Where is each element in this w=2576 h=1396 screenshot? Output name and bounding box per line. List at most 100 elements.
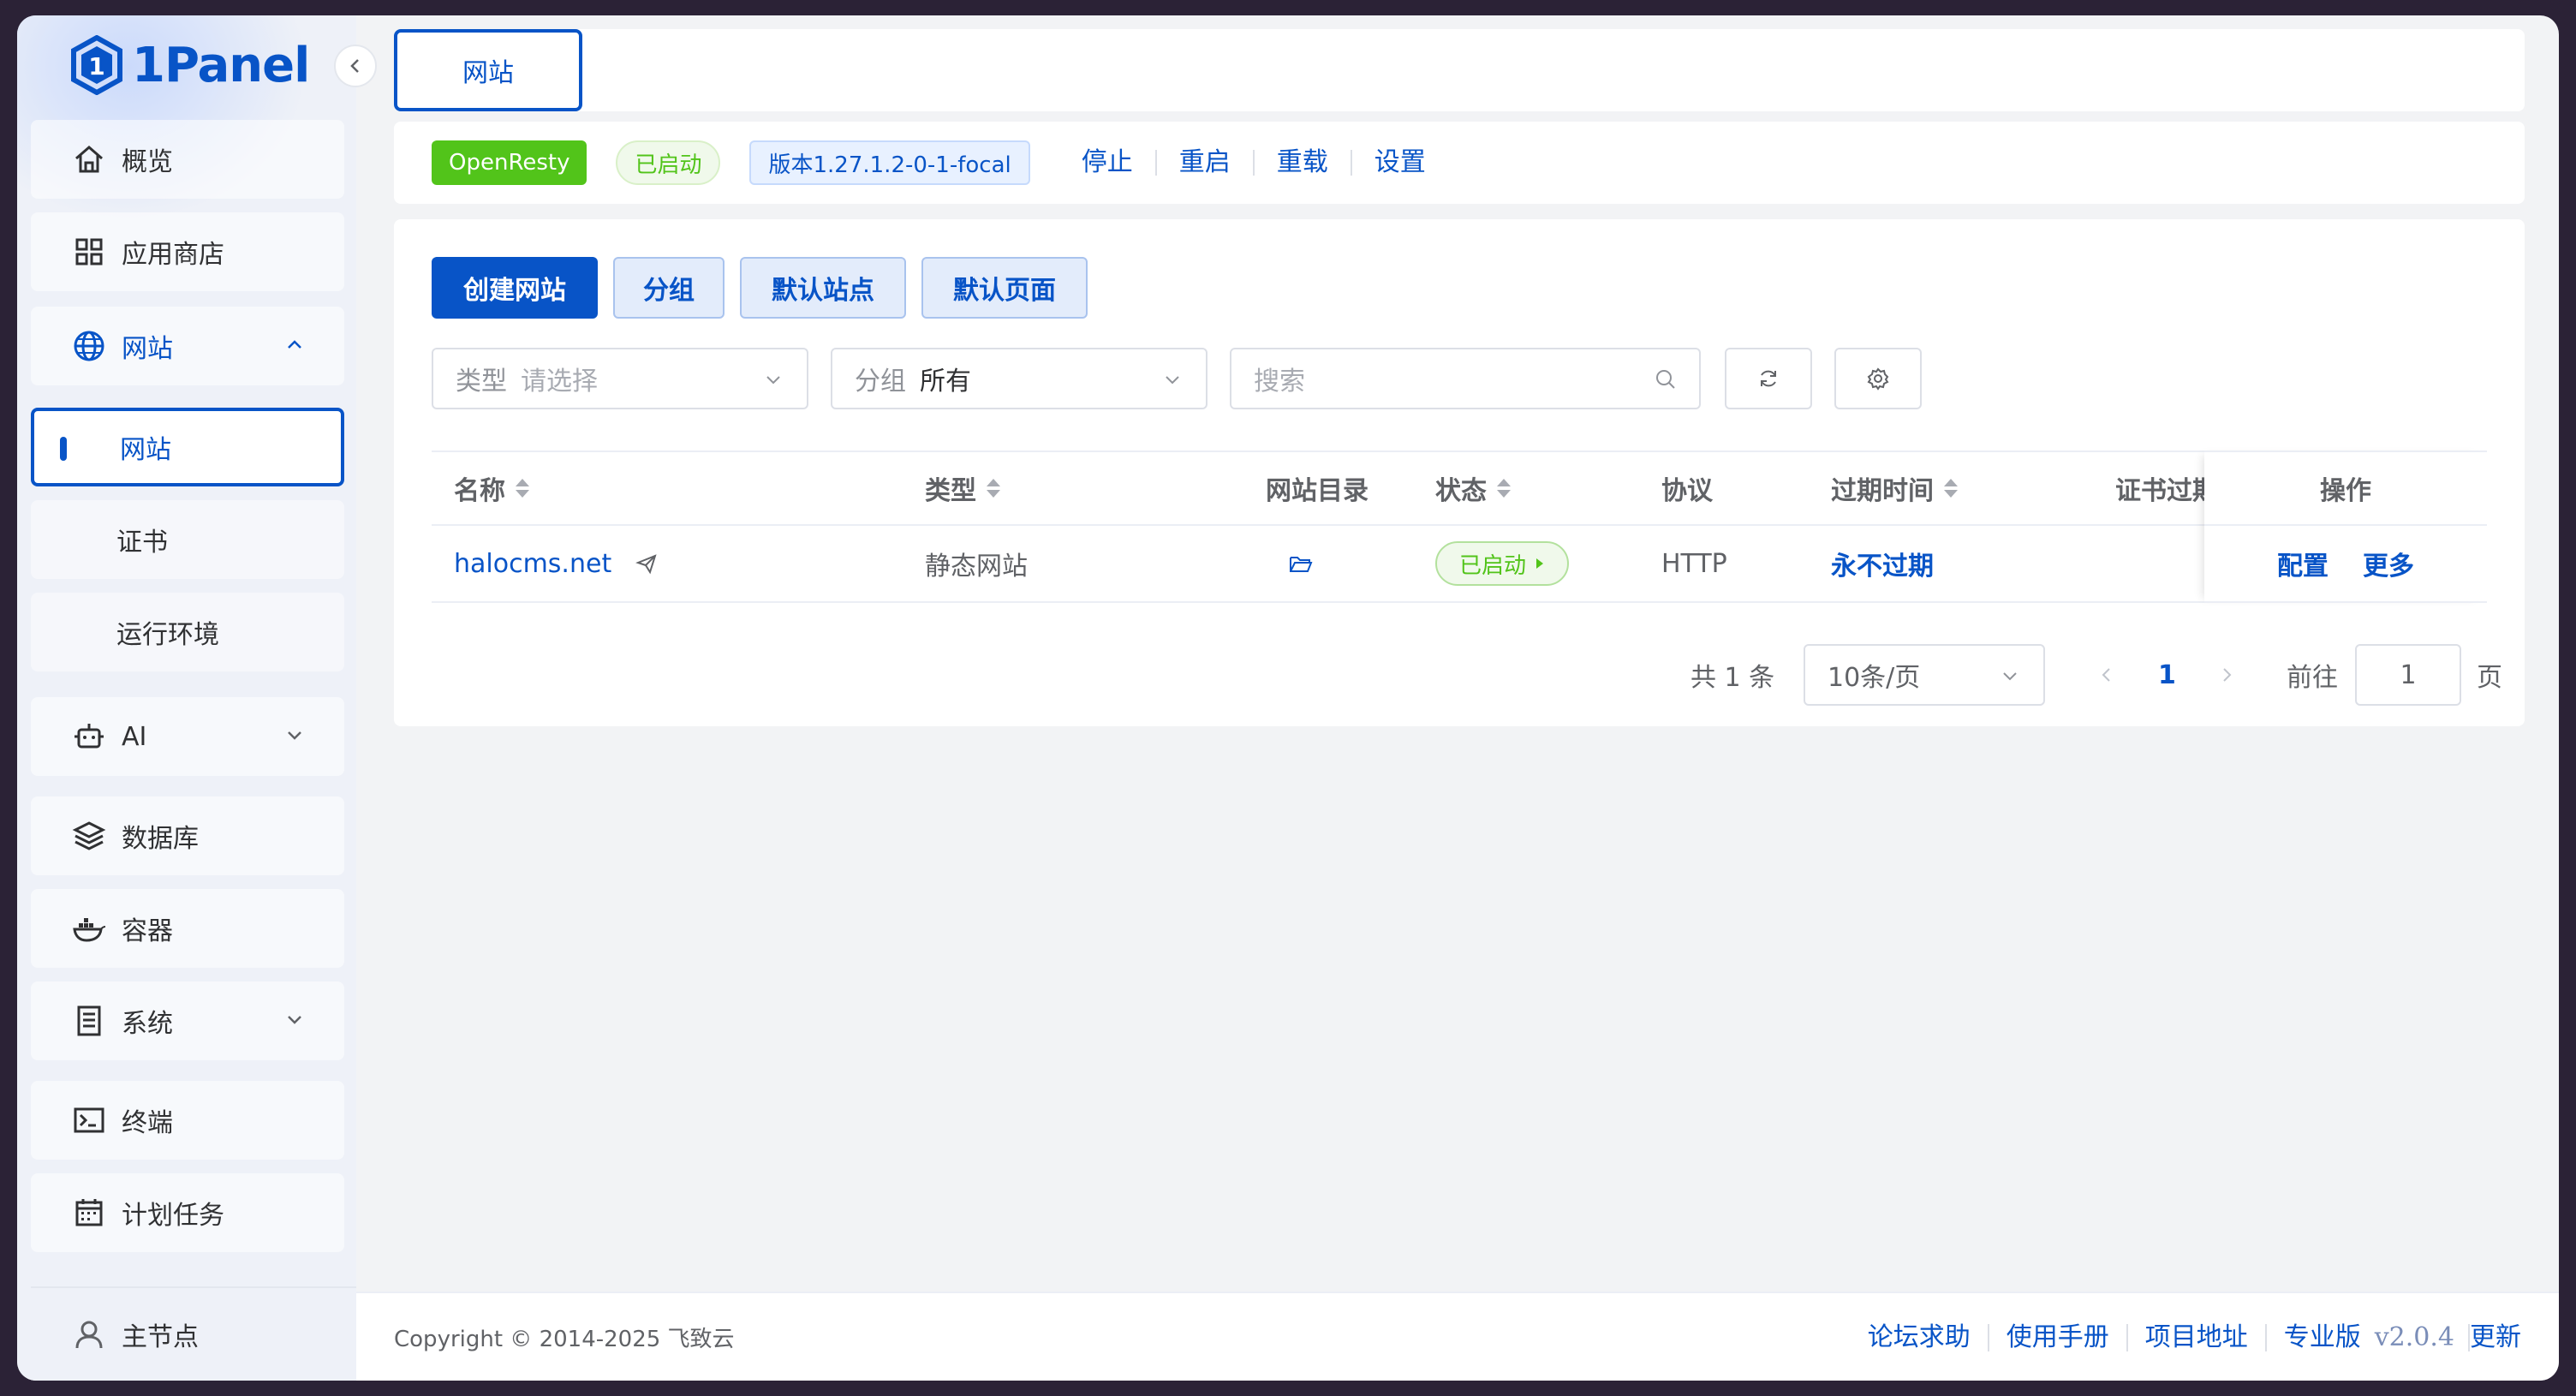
site-status-label: 已启动 bbox=[1459, 552, 1527, 579]
create-website-button[interactable]: 创建网站 bbox=[432, 257, 598, 319]
sidebar-subitem-runtime[interactable]: 运行环境 bbox=[31, 593, 344, 671]
chevron-down-icon bbox=[2003, 672, 2017, 681]
sidebar-item-database[interactable]: 数据库 bbox=[31, 796, 344, 875]
settings-link[interactable]: 设置 bbox=[1352, 150, 1448, 176]
forum-link[interactable]: 论坛求助 bbox=[1851, 1324, 1989, 1351]
goto-prefix: 前往 bbox=[2287, 663, 2338, 693]
header-label: 证书过期 bbox=[2115, 476, 2209, 506]
sidebar-item-website[interactable]: 网站 bbox=[31, 307, 344, 385]
chevron-down-icon bbox=[1166, 376, 1179, 385]
site-type-cell: 静态网站 bbox=[925, 552, 1028, 582]
sidebar-item-container[interactable]: 容器 bbox=[31, 889, 344, 968]
col-expire-header[interactable]: 过期时间 bbox=[1831, 452, 1958, 524]
header-label: 类型 bbox=[925, 476, 976, 506]
globe-icon bbox=[72, 329, 106, 363]
col-protocol-header: 协议 bbox=[1661, 452, 1713, 524]
grid-icon bbox=[72, 235, 106, 269]
prev-page-button[interactable] bbox=[2096, 644, 2117, 706]
app-name-tag: OpenResty bbox=[432, 140, 587, 185]
version-text: v2.0.4 bbox=[2375, 1324, 2470, 1351]
sidebar: 1 1Panel 概览 应用商店 网站 网站 证书 运行环境 AI 数据库 容器… bbox=[17, 15, 377, 1381]
server-icon bbox=[72, 1004, 106, 1038]
collapse-sidebar-button[interactable] bbox=[334, 45, 377, 87]
layers-icon bbox=[72, 819, 106, 853]
col-status-header[interactable]: 状态 bbox=[1435, 452, 1511, 524]
sidebar-item-terminal[interactable]: 终端 bbox=[31, 1081, 344, 1160]
sort-icon[interactable] bbox=[516, 477, 529, 499]
svg-text:1: 1 bbox=[88, 52, 104, 81]
default-page-button[interactable]: 默认页面 bbox=[921, 257, 1088, 319]
sidebar-subitem-label: 证书 bbox=[116, 528, 168, 558]
sidebar-item-ai[interactable]: AI bbox=[31, 697, 344, 776]
caret-right-icon bbox=[1536, 558, 1544, 569]
sidebar-item-label: 应用商店 bbox=[122, 240, 224, 270]
search-input[interactable]: 搜索 bbox=[1230, 348, 1701, 409]
header-label: 名称 bbox=[454, 476, 505, 506]
type-filter-select[interactable]: 类型 请选择 bbox=[432, 348, 808, 409]
sort-icon[interactable] bbox=[987, 477, 1000, 499]
ops-column: 操作 配置 更多 bbox=[2204, 450, 2487, 603]
node-switcher[interactable]: 主节点 bbox=[31, 1286, 356, 1381]
pro-link[interactable]: 专业版 bbox=[2267, 1324, 2375, 1351]
header-label: 协议 bbox=[1661, 476, 1713, 506]
update-link[interactable]: 更新 bbox=[2470, 1324, 2521, 1351]
page-size-select[interactable]: 10条/页 bbox=[1804, 644, 2045, 706]
folder-open-icon[interactable] bbox=[1288, 552, 1314, 575]
openresty-status-bar: OpenResty 已启动 版本1.27.1.2-0-1-focal 停止 重启… bbox=[394, 122, 2525, 204]
group-button[interactable]: 分组 bbox=[613, 257, 724, 319]
col-type-header[interactable]: 类型 bbox=[925, 452, 1000, 524]
app-version-tag: 版本1.27.1.2-0-1-focal bbox=[749, 140, 1030, 185]
goto-page-input[interactable]: 1 bbox=[2355, 644, 2461, 706]
page-number-current[interactable]: 1 bbox=[2158, 644, 2176, 706]
sort-icon[interactable] bbox=[1497, 477, 1511, 499]
tab-bar: 网站 bbox=[394, 29, 2525, 111]
logo-text: 1Panel bbox=[132, 37, 310, 93]
project-link[interactable]: 项目地址 bbox=[2128, 1324, 2267, 1351]
col-dir-header: 网站目录 bbox=[1266, 452, 1368, 524]
col-ops-header: 操作 bbox=[2204, 450, 2487, 526]
robot-icon bbox=[72, 719, 106, 754]
more-link[interactable]: 更多 bbox=[2363, 545, 2414, 582]
search-icon[interactable] bbox=[1655, 368, 1677, 391]
chevron-down-icon bbox=[288, 1016, 301, 1024]
restart-link[interactable]: 重启 bbox=[1157, 150, 1255, 176]
logo[interactable]: 1 1Panel bbox=[70, 33, 310, 98]
send-icon[interactable] bbox=[635, 552, 658, 575]
col-name-header[interactable]: 名称 bbox=[454, 452, 529, 524]
config-link[interactable]: 配置 bbox=[2277, 545, 2329, 582]
website-list-card: 创建网站 分组 默认站点 默认页面 类型 请选择 分组 所有 搜索 名称 类型 bbox=[394, 219, 2525, 726]
sidebar-item-overview[interactable]: 概览 bbox=[31, 120, 344, 199]
sidebar-item-label: 数据库 bbox=[122, 824, 199, 854]
sort-icon[interactable] bbox=[1944, 477, 1958, 499]
reload-link[interactable]: 重载 bbox=[1255, 150, 1352, 176]
chevron-down-icon bbox=[288, 731, 301, 740]
table-settings-button[interactable] bbox=[1834, 348, 1922, 409]
app-window: 1 1Panel 概览 应用商店 网站 网站 证书 运行环境 AI 数据库 容器… bbox=[17, 15, 2559, 1381]
sidebar-subitem-website[interactable]: 网站 bbox=[31, 408, 344, 486]
sidebar-subitem-certificate[interactable]: 证书 bbox=[31, 500, 344, 579]
sidebar-item-cron[interactable]: 计划任务 bbox=[31, 1173, 344, 1252]
site-status-pill[interactable]: 已启动 bbox=[1435, 541, 1570, 586]
pagination-total: 共 1 条 bbox=[1690, 663, 1775, 693]
tab-website[interactable]: 网站 bbox=[394, 29, 582, 111]
manual-link[interactable]: 使用手册 bbox=[1989, 1324, 2128, 1351]
page-size-value: 10条/页 bbox=[1828, 663, 1921, 693]
group-filter-select[interactable]: 分组 所有 bbox=[831, 348, 1208, 409]
site-expire-link[interactable]: 永不过期 bbox=[1831, 526, 1934, 601]
sidebar-item-system[interactable]: 系统 bbox=[31, 981, 344, 1060]
refresh-button[interactable] bbox=[1725, 348, 1812, 409]
node-label: 主节点 bbox=[122, 1322, 199, 1352]
refresh-icon bbox=[1761, 370, 1776, 387]
stop-link[interactable]: 停止 bbox=[1059, 150, 1157, 176]
site-status-cell: 已启动 bbox=[1435, 526, 1570, 601]
site-name-link[interactable]: halocms.net bbox=[454, 549, 611, 579]
sidebar-item-label: 概览 bbox=[122, 147, 173, 177]
goto-page-value: 1 bbox=[2400, 659, 2417, 690]
search-placeholder: 搜索 bbox=[1254, 367, 1305, 397]
chevron-left-icon bbox=[350, 59, 359, 73]
sidebar-item-app-store[interactable]: 应用商店 bbox=[31, 212, 344, 291]
footer-links: 论坛求助 使用手册 项目地址 专业版 v2.0.4 更新 bbox=[1851, 1293, 2521, 1381]
sidebar-item-label: 容器 bbox=[122, 916, 173, 946]
default-site-button[interactable]: 默认站点 bbox=[740, 257, 906, 319]
next-page-button[interactable] bbox=[2216, 644, 2237, 706]
